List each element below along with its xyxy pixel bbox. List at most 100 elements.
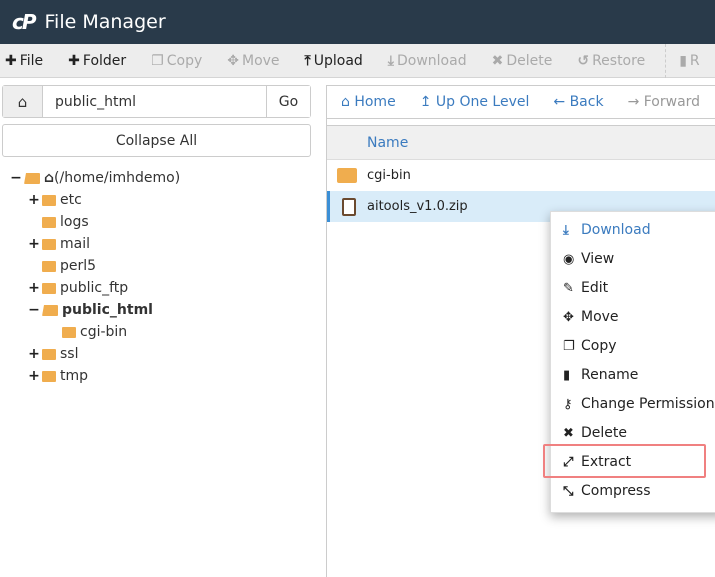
nav-label: Up One Level [435, 94, 530, 110]
tree-node[interactable]: − public_html [28, 299, 153, 321]
undo-icon: ↺ [577, 52, 590, 69]
context-menu-rename[interactable]: ▮ Rename [563, 363, 638, 387]
home-icon[interactable]: ⌂ [3, 86, 43, 117]
times-icon: ✖ [563, 425, 574, 441]
toolbar-file-button[interactable]: ✚ File [5, 53, 43, 69]
toolbar-download-button[interactable]: ⤓ Download [388, 53, 467, 69]
menu-label: Copy [581, 338, 617, 354]
expand-icon[interactable]: + [28, 346, 40, 362]
nav-arrow-right-button[interactable]: → Forward [628, 94, 701, 110]
copy-icon: ❐ [151, 52, 164, 69]
menu-label: Edit [581, 280, 609, 296]
context-menu-move[interactable]: ✥ Move [563, 305, 619, 329]
tree-node[interactable]: + public_ftp [28, 277, 128, 299]
toolbar-folder-button[interactable]: ✚ Folder [68, 53, 126, 69]
go-button[interactable]: Go [266, 86, 310, 117]
pencil-icon: ✎ [563, 280, 574, 296]
toolbar-separator [665, 43, 667, 78]
column-header-name[interactable]: Name [327, 125, 715, 160]
tree-node-label: perl5 [60, 258, 97, 274]
tree-node[interactable]: + ssl [28, 343, 78, 365]
tree-node[interactable]: cgi-bin [48, 321, 127, 343]
eye-icon: ◉ [563, 251, 575, 267]
folder-glyph [337, 168, 357, 183]
folder-icon [42, 282, 56, 294]
expand-icon[interactable]: + [28, 236, 40, 252]
menu-label: Download [581, 222, 651, 238]
context-menu-change-permissions[interactable]: ⚷ Change Permissions [563, 392, 715, 416]
toolbar-move-button[interactable]: ✥ Move [227, 53, 279, 69]
toolbar-label: Restore [592, 52, 646, 69]
folder-icon [42, 216, 56, 228]
context-menu-delete[interactable]: ✖ Delete [563, 421, 627, 445]
folder-icon [42, 238, 56, 250]
tree-node[interactable]: + etc [28, 189, 82, 211]
toolbar-copy-button[interactable]: ❐ Copy [151, 53, 202, 69]
context-menu-compress[interactable]: ⤡ Compress [563, 479, 651, 503]
zip-glyph [341, 197, 356, 216]
move-icon: ✥ [227, 52, 239, 69]
plus-icon: ✚ [5, 52, 17, 69]
toolbar-restore-button[interactable]: ↺ Restore [577, 53, 645, 69]
file-icon: ▮ [679, 52, 687, 69]
move-icon: ✥ [563, 309, 574, 325]
folder-icon [42, 194, 56, 206]
times-icon: ✖ [491, 52, 504, 69]
file-icon: ▮ [563, 367, 571, 383]
toolbar-upload-button[interactable]: ⤒ Upload [305, 53, 363, 69]
expand-icon[interactable]: + [28, 280, 40, 296]
folder-icon [42, 260, 56, 272]
expand-icon[interactable]: + [28, 368, 40, 384]
nav-home-button[interactable]: ⌂ Home [341, 94, 396, 110]
toolbar-label: Delete [506, 52, 553, 69]
tree-node[interactable]: + mail [28, 233, 90, 255]
cpanel-logo: cP [12, 10, 36, 34]
tree-node[interactable]: perl5 [28, 255, 96, 277]
toolbar-delete-button[interactable]: ✖ Delete [492, 53, 553, 69]
context-menu-copy[interactable]: ❐ Copy [563, 334, 617, 358]
toolbar-label: Folder [82, 52, 127, 69]
collapse-icon[interactable]: − [10, 170, 22, 186]
home-icon: ⌂ [44, 170, 55, 186]
collapse-icon[interactable]: − [28, 302, 40, 318]
folder-open-icon [24, 172, 40, 184]
collapse-all-button[interactable]: Collapse All [2, 124, 311, 157]
tree-node-label: public_html [62, 302, 153, 318]
toolbar-r-button[interactable]: ▮ R [679, 53, 699, 69]
toolbar-label: File [19, 52, 44, 69]
nav-bar: ⌂ Home ↥ Up One Level ← Back → Forward [326, 85, 715, 119]
context-menu-view[interactable]: ◉ View [563, 247, 614, 271]
file-name: cgi-bin [367, 168, 411, 183]
nav-level-up-button[interactable]: ↥ Up One Level [420, 94, 530, 110]
folder-open-icon [42, 304, 58, 316]
app-title: File Manager [44, 11, 166, 33]
level-up-icon: ↥ [419, 94, 436, 110]
context-menu-edit[interactable]: ✎ Edit [563, 276, 608, 300]
tree-node[interactable]: − ⌂ (/home/imhdemo) [10, 167, 180, 189]
column-label: Name [367, 134, 409, 151]
toolbar-label: Upload [313, 52, 363, 69]
toolbar-label: Move [241, 52, 280, 69]
upload-icon: ⤒ [304, 52, 311, 69]
compress-icon: ⤡ [563, 483, 574, 499]
plus-icon: ✚ [68, 52, 80, 69]
arrow-left-icon: ← [553, 94, 570, 110]
highlight-box [543, 444, 706, 478]
context-menu-download[interactable]: ⤓ Download [563, 218, 651, 242]
tree-node-label: (/home/imhdemo) [54, 170, 181, 186]
nav-arrow-left-button[interactable]: ← Back [553, 94, 603, 110]
tree-node[interactable]: + tmp [28, 365, 88, 387]
nav-label: Home [354, 94, 396, 110]
expand-icon[interactable]: + [28, 192, 40, 208]
tree-node[interactable]: logs [28, 211, 89, 233]
toolbar-label: Download [397, 52, 467, 69]
copy-icon: ❐ [563, 338, 575, 354]
file-row[interactable]: cgi-bin [327, 160, 715, 191]
nav-label: Back [569, 94, 604, 110]
path-input[interactable] [43, 86, 266, 117]
toolbar: ✚ File ✚ Folder ❐ Copy ✥ Move ⤒ Upload ⤓ Download ✖ D… [0, 43, 715, 78]
download-icon: ⤓ [563, 222, 569, 238]
tree-node-label: etc [60, 192, 82, 208]
key-icon: ⚷ [563, 396, 573, 412]
zip-file-icon [330, 197, 367, 216]
